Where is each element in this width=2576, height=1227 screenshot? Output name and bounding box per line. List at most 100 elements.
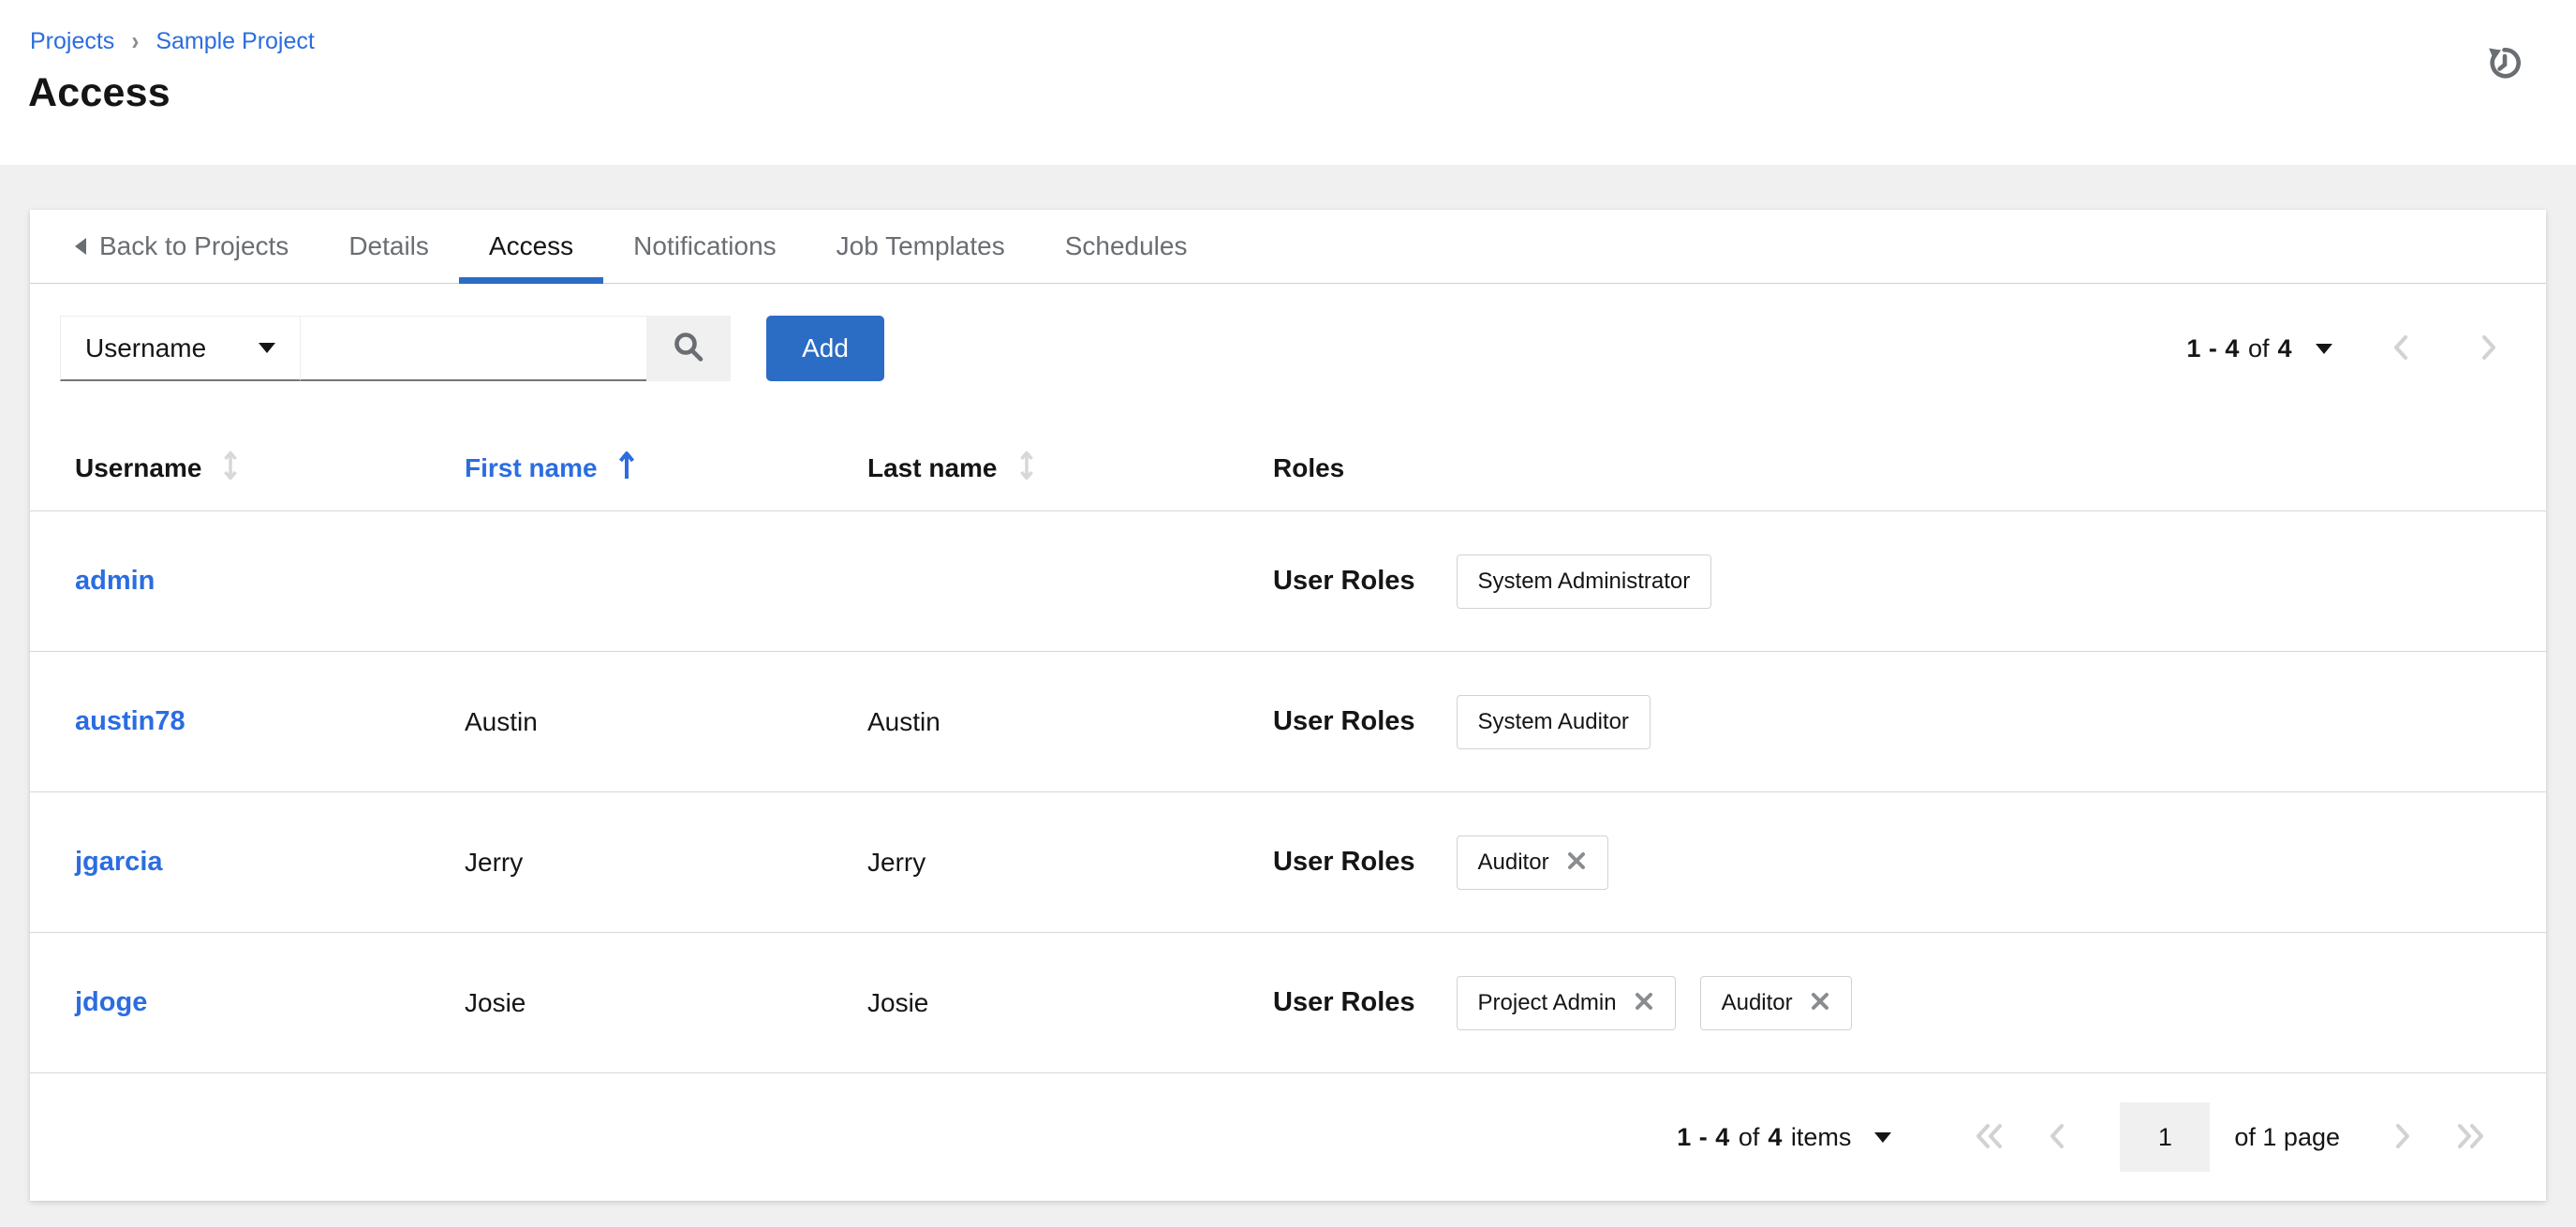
remove-role-button[interactable]	[1566, 850, 1587, 874]
username-link[interactable]: austin78	[75, 706, 185, 736]
column-label: Last name	[867, 453, 998, 482]
tab-job-templates[interactable]: Job Templates	[807, 210, 1035, 283]
current-page-input[interactable]	[2120, 1102, 2211, 1172]
column-header-roles: Roles	[1273, 453, 2546, 483]
arrows-up-down-icon	[220, 450, 241, 488]
roles-cell: User Roles Auditor	[1273, 835, 2546, 890]
tab-schedules[interactable]: Schedules	[1035, 210, 1218, 283]
long-arrow-up-icon	[616, 450, 637, 488]
times-icon	[1810, 991, 1830, 1014]
table-row: austin78 Austin Austin User Roles System…	[30, 651, 2546, 791]
prev-page-button[interactable]	[2047, 1121, 2067, 1154]
page-count-label: of 1 page	[2234, 1122, 2340, 1151]
caret-left-icon	[75, 238, 86, 255]
activity-history-button[interactable]	[2484, 43, 2524, 85]
role-chip-label: Project Admin	[1477, 989, 1617, 1015]
range-text: 1 - 4	[2186, 333, 2240, 362]
username-cell: austin78	[75, 706, 465, 737]
angle-right-icon	[2479, 333, 2499, 365]
items-per-page-dropdown[interactable]: 1 - 4 of 4 items	[1677, 1122, 1892, 1152]
tab-back-to-projects[interactable]: Back to Projects	[45, 210, 318, 283]
username-cell: jdoge	[75, 987, 465, 1018]
username-cell: jgarcia	[75, 847, 465, 878]
role-chip-group: System Administrator	[1456, 554, 1712, 609]
prev-page-button[interactable]	[2391, 333, 2411, 365]
caret-down-icon	[1874, 1131, 1892, 1143]
table-row: jdoge Josie Josie User Roles Project Adm…	[30, 932, 2546, 1072]
role-chip-label: Auditor	[1721, 989, 1793, 1015]
tab-back-label: Back to Projects	[99, 231, 289, 260]
toolbar: Username Add 1 - 4 of 4	[30, 284, 2546, 426]
roles-cell: User Roles Project Admin Auditor	[1273, 975, 2546, 1030]
column-header-last-name[interactable]: Last name	[867, 450, 1273, 488]
range-total-text: 4	[2277, 333, 2292, 362]
remove-role-button[interactable]	[1634, 991, 1654, 1014]
item-range-dropdown[interactable]: 1 - 4 of 4	[2186, 334, 2332, 363]
first-name-cell: Jerry	[465, 847, 524, 877]
table-header: Username First name Last name Roles	[30, 426, 2546, 510]
arrows-up-down-icon	[1016, 450, 1037, 488]
first-page-button[interactable]	[1974, 1121, 2006, 1154]
role-chip: Auditor	[1456, 835, 1608, 890]
role-chip: System Auditor	[1456, 694, 1651, 749]
breadcrumb-link-projects[interactable]: Projects	[30, 28, 114, 55]
roles-cell: User Roles System Auditor	[1273, 694, 2546, 749]
tab-bar: Back to Projects Details Access Notifica…	[30, 210, 2546, 284]
page-title: Access	[28, 70, 170, 115]
last-name-cell: Jerry	[867, 847, 926, 877]
history-icon	[2484, 47, 2524, 85]
next-page-button[interactable]	[2392, 1121, 2413, 1154]
angle-left-icon	[2047, 1121, 2067, 1154]
caret-down-icon	[259, 343, 275, 353]
user-roles-label: User Roles	[1273, 987, 1415, 1017]
tab-access[interactable]: Access	[458, 210, 604, 284]
user-roles-label: User Roles	[1273, 566, 1415, 596]
access-panel: Back to Projects Details Access Notifica…	[30, 210, 2546, 1201]
last-name-cell: Austin	[867, 706, 940, 736]
breadcrumb: Projects › Sample Project	[30, 26, 2524, 56]
user-roles-label: User Roles	[1273, 706, 1415, 736]
username-link[interactable]: jgarcia	[75, 847, 163, 877]
username-link[interactable]: admin	[75, 566, 155, 596]
times-icon	[1634, 991, 1654, 1014]
remove-role-button[interactable]	[1810, 991, 1830, 1014]
add-button[interactable]: Add	[766, 316, 884, 381]
first-name-cell: Austin	[465, 706, 538, 736]
range-total-text: 4	[1768, 1122, 1783, 1151]
roles-cell: User Roles System Administrator	[1273, 554, 2546, 609]
breadcrumb-link-sample-project[interactable]: Sample Project	[155, 28, 315, 55]
role-chip: Auditor	[1699, 975, 1852, 1030]
column-header-username[interactable]: Username	[75, 450, 465, 488]
range-of-text: of	[2247, 333, 2270, 362]
username-link[interactable]: jdoge	[75, 987, 147, 1017]
filter-key-select[interactable]: Username	[60, 316, 301, 381]
table-row: admin User Roles System Administrator	[30, 510, 2546, 651]
last-page-button[interactable]	[2454, 1121, 2486, 1154]
angle-double-left-icon	[1974, 1121, 2006, 1154]
user-roles-label: User Roles	[1273, 847, 1415, 877]
role-chip-group: Auditor	[1456, 835, 1608, 890]
angle-left-icon	[2391, 333, 2411, 365]
column-header-first-name[interactable]: First name	[465, 450, 867, 488]
role-chip-group: System Auditor	[1456, 694, 1651, 749]
pagination-top: 1 - 4 of 4	[2186, 333, 2499, 365]
range-text: 1 - 4	[1677, 1122, 1730, 1151]
role-chip-label: System Administrator	[1477, 568, 1691, 594]
breadcrumb-separator-icon: ›	[131, 26, 140, 56]
tab-details[interactable]: Details	[318, 210, 459, 283]
filter-key-value: Username	[85, 333, 207, 362]
next-page-button[interactable]	[2479, 333, 2499, 365]
angle-double-right-icon	[2454, 1121, 2486, 1154]
first-name-cell: Josie	[465, 987, 526, 1017]
page-body: Back to Projects Details Access Notifica…	[0, 165, 2576, 1201]
range-of-text: of	[1738, 1122, 1760, 1151]
angle-right-icon	[2392, 1121, 2413, 1154]
column-label: First name	[465, 453, 598, 482]
search-input[interactable]	[301, 316, 646, 381]
search-button[interactable]	[646, 316, 731, 381]
tab-notifications[interactable]: Notifications	[603, 210, 807, 283]
items-label: items	[1790, 1122, 1852, 1151]
role-chip: System Administrator	[1456, 554, 1712, 609]
table-row: jgarcia Jerry Jerry User Roles Auditor	[30, 791, 2546, 932]
column-label: Username	[75, 453, 202, 482]
